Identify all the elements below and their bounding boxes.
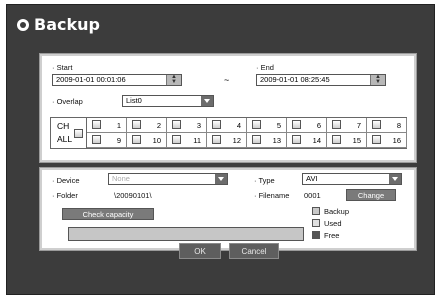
- channel-number: 10: [152, 136, 161, 145]
- legend-used-swatch: [312, 219, 320, 227]
- channel-cell[interactable]: 12: [207, 133, 247, 148]
- check-capacity-button[interactable]: Check capacity: [62, 208, 154, 220]
- channel-number: 11: [193, 136, 201, 145]
- channel-cell[interactable]: 13: [247, 133, 287, 148]
- device-placeholder: None: [112, 174, 130, 183]
- channel-checkbox[interactable]: [92, 135, 101, 144]
- window-title: Backup: [34, 15, 100, 34]
- channel-number: 3: [196, 121, 201, 130]
- type-label: · Type: [254, 176, 275, 185]
- ok-button[interactable]: OK: [179, 243, 221, 259]
- end-spin-icon[interactable]: ▲ ▼: [370, 75, 385, 85]
- change-button[interactable]: Change: [346, 189, 396, 201]
- channel-number: 7: [356, 121, 361, 130]
- start-label: · Start: [52, 63, 73, 72]
- channel-checkbox[interactable]: [172, 120, 181, 129]
- channel-checkbox[interactable]: [372, 135, 381, 144]
- legend-backup-label: Backup: [324, 207, 350, 216]
- channel-checkbox[interactable]: [292, 120, 301, 129]
- channel-cell[interactable]: 15: [327, 133, 367, 148]
- channel-all-label-all: ALL: [57, 134, 73, 144]
- channel-checkbox[interactable]: [332, 135, 341, 144]
- chevron-down-icon: [389, 174, 401, 184]
- channel-cell[interactable]: 11: [167, 133, 207, 148]
- start-datetime-value: 2009-01-01 00:01:06: [56, 75, 126, 84]
- channel-number: 13: [272, 136, 281, 145]
- backup-window: Backup · Start 2009-01-01 00:01:06 ▲ ▼ ~ …: [6, 4, 435, 295]
- end-label: · End: [256, 63, 274, 72]
- channel-checkbox[interactable]: [212, 135, 221, 144]
- channel-checkbox[interactable]: [92, 120, 101, 129]
- channel-all-checkbox[interactable]: [74, 129, 83, 138]
- channel-checkbox[interactable]: [292, 135, 301, 144]
- folder-value: \20090101\: [114, 191, 152, 200]
- channel-number: 9: [116, 136, 121, 145]
- channel-checkbox[interactable]: [252, 135, 261, 144]
- channel-cell[interactable]: 2: [127, 118, 167, 133]
- channel-checkbox[interactable]: [132, 120, 141, 129]
- channel-all: CH ALL: [51, 118, 87, 148]
- end-datetime-value: 2009-01-01 08:25:45: [260, 75, 330, 84]
- start-datetime-field[interactable]: 2009-01-01 00:01:06 ▲ ▼: [52, 74, 182, 86]
- filename-value: 0001: [304, 191, 321, 200]
- type-value: AVI: [306, 174, 318, 183]
- legend-free-label: Free: [324, 231, 340, 240]
- channel-number: 2: [156, 121, 161, 130]
- title-bar: Backup: [7, 5, 434, 39]
- channel-cell[interactable]: 8: [367, 118, 407, 133]
- folder-label: · Folder: [52, 191, 78, 200]
- backup-icon: [17, 19, 29, 31]
- range-separator: ~: [224, 75, 230, 85]
- channel-number: 1: [116, 121, 121, 130]
- legend-used-label: Used: [324, 219, 342, 228]
- channel-cell[interactable]: 6: [287, 118, 327, 133]
- channel-number: 4: [236, 121, 241, 130]
- channel-number: 16: [392, 136, 401, 145]
- channel-cell[interactable]: 16: [367, 133, 407, 148]
- filename-label: · Filename: [254, 191, 290, 200]
- capacity-bar: [68, 227, 304, 241]
- channel-checkbox[interactable]: [132, 135, 141, 144]
- channel-checkbox[interactable]: [172, 135, 181, 144]
- channel-grid: CH ALL 1 2 3 4 5 6 7 8 9 10 11 12 13 14 15 16: [50, 117, 407, 149]
- channel-checkbox[interactable]: [212, 120, 221, 129]
- channel-cell[interactable]: 5: [247, 118, 287, 133]
- overlap-label: · Overlap: [52, 97, 83, 106]
- end-datetime-field[interactable]: 2009-01-01 08:25:45 ▲ ▼: [256, 74, 386, 86]
- start-spin-icon[interactable]: ▲ ▼: [166, 75, 181, 85]
- channel-number: 6: [316, 121, 321, 130]
- channel-cell[interactable]: 7: [327, 118, 367, 133]
- overlap-value: List0: [126, 96, 142, 105]
- channel-cell[interactable]: 4: [207, 118, 247, 133]
- channel-cell[interactable]: 3: [167, 118, 207, 133]
- chevron-down-icon: [215, 174, 227, 184]
- channel-cell[interactable]: 10: [127, 133, 167, 148]
- channel-checkbox[interactable]: [332, 120, 341, 129]
- overlap-select[interactable]: List0: [122, 95, 214, 107]
- channel-checkbox[interactable]: [252, 120, 261, 129]
- channel-all-label-ch: CH: [57, 121, 70, 131]
- type-select[interactable]: AVI: [302, 173, 402, 185]
- legend-backup-swatch: [312, 207, 320, 215]
- chevron-down-icon: [201, 96, 213, 106]
- channel-cell[interactable]: 9: [87, 133, 127, 148]
- channel-checkbox[interactable]: [372, 120, 381, 129]
- range-panel: · Start 2009-01-01 00:01:06 ▲ ▼ ~ · End 2…: [39, 53, 417, 163]
- cancel-button[interactable]: Cancel: [229, 243, 279, 259]
- channel-cell[interactable]: 14: [287, 133, 327, 148]
- channel-number: 12: [232, 136, 241, 145]
- channel-number: 5: [276, 121, 281, 130]
- channel-cell[interactable]: 1: [87, 118, 127, 133]
- device-select[interactable]: None: [108, 173, 228, 185]
- legend-free-swatch: [312, 231, 320, 239]
- device-label: · Device: [52, 176, 80, 185]
- channel-number: 14: [312, 136, 321, 145]
- channel-number: 8: [396, 121, 401, 130]
- channel-number: 15: [352, 136, 361, 145]
